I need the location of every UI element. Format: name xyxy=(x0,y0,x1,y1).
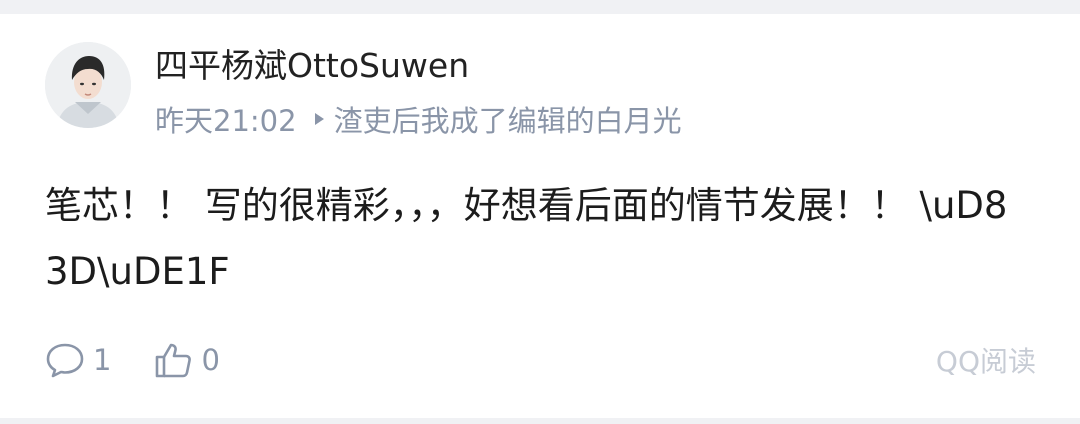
avatar[interactable] xyxy=(45,42,131,128)
comment-content: 笔芯！！ 写的很精彩，，，好想看后面的情节发展！！ \uD83D\uDE1F xyxy=(45,184,1008,293)
book-title-link[interactable]: 渣吏后我成了编辑的白月光 xyxy=(334,98,682,140)
bottom-divider xyxy=(0,418,1080,424)
author-name[interactable]: 四平杨斌OttoSuwen xyxy=(155,46,469,86)
post-meta: 昨天21:02 渣吏后我成了编辑的白月光 xyxy=(155,99,682,139)
like-button[interactable]: 0 xyxy=(153,341,220,379)
source-label: QQ阅读 xyxy=(935,345,1036,378)
play-arrow-icon xyxy=(314,113,324,125)
comment-bubble-icon xyxy=(46,343,84,378)
comment-button[interactable]: 1 xyxy=(45,341,111,379)
action-bar: 1 0 xyxy=(45,338,220,382)
like-count: 0 xyxy=(201,343,220,377)
post-time: 昨天21:02 xyxy=(155,104,297,138)
top-divider xyxy=(0,0,1080,14)
thumbs-up-icon xyxy=(156,343,192,378)
comment-card: 四平杨斌OttoSuwen 昨天21:02 渣吏后我成了编辑的白月光 笔芯！！ … xyxy=(0,0,1080,424)
comment-count: 1 xyxy=(93,343,112,377)
